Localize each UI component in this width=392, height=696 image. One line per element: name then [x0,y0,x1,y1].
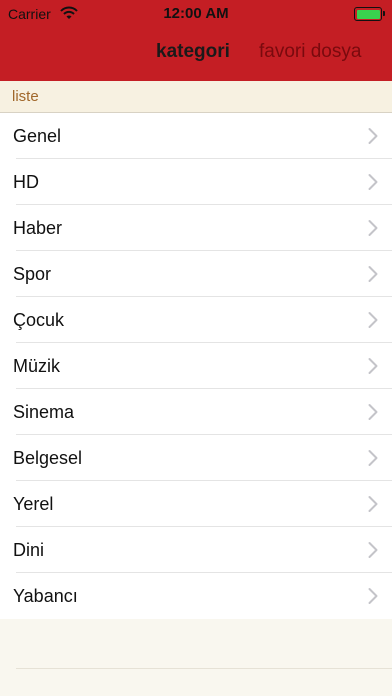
chevron-right-icon [368,357,378,375]
nav-header: Carrier 12:00 AM kategori favori dosya [0,0,392,81]
chevron-right-icon [368,403,378,421]
battery-icon [354,7,385,21]
list-item-label: Çocuk [13,310,65,330]
clock: 12:00 AM [163,5,229,22]
list-item-label: Spor [13,264,52,284]
list-item-label: Dini [13,540,45,560]
chevron-right-icon [368,449,378,467]
list-item-label: Yerel [13,494,54,514]
chevron-right-icon [368,173,378,191]
list-item-label: HD [13,172,39,192]
list-item[interactable]: Yerel [0,481,392,527]
list-item[interactable]: Yabancı [0,573,392,619]
list-item-label: Belgesel [13,448,83,468]
section-header: liste [0,81,392,113]
list-item[interactable]: Dini [0,527,392,573]
tab-favori-dosya[interactable]: favori dosya [259,41,361,63]
chevron-right-icon [368,587,378,605]
chevron-right-icon [368,311,378,329]
list-item[interactable]: HD [0,159,392,205]
status-bar: Carrier 12:00 AM [0,0,392,28]
list-item[interactable]: Sinema [0,389,392,435]
list-item[interactable]: Genel [0,113,392,159]
list-item-label: Haber [13,218,63,238]
list-item[interactable]: Müzik [0,343,392,389]
list-item[interactable]: Spor [0,251,392,297]
chevron-right-icon [368,219,378,237]
chevron-right-icon [368,541,378,559]
list-item-label: Sinema [13,402,75,422]
divider [16,668,392,669]
chevron-right-icon [368,265,378,283]
list-item[interactable]: Belgesel [0,435,392,481]
tab-kategori[interactable]: kategori [156,41,230,63]
list-item-label: Müzik [13,356,61,376]
chevron-right-icon [368,495,378,513]
category-list: Genel HD Haber Spor Çocuk Müzik Sinema Belgesel… [0,113,392,619]
list-item[interactable]: Haber [0,205,392,251]
section-title: liste [12,88,39,105]
list-item-label: Genel [13,126,62,146]
chevron-right-icon [368,127,378,145]
list-item[interactable]: Çocuk [0,297,392,343]
list-item-label: Yabancı [13,586,78,606]
